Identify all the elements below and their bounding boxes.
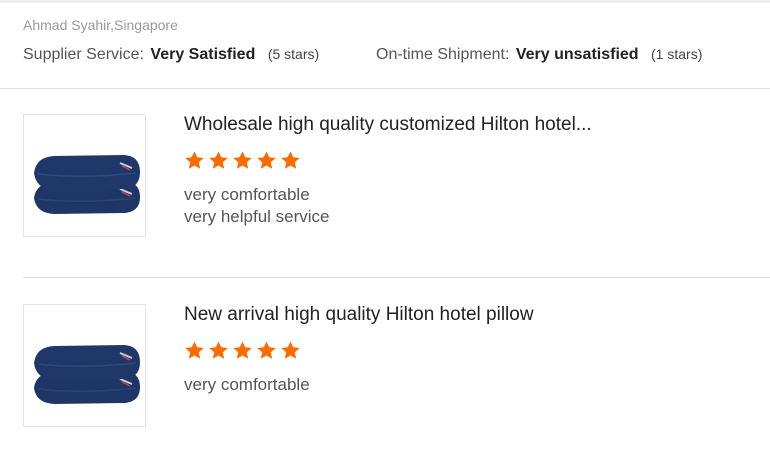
divider — [23, 277, 770, 278]
rating-label: On-time Shipment: — [376, 46, 510, 63]
star-rating — [184, 150, 304, 174]
top-border — [0, 0, 770, 3]
product-thumbnail[interactable] — [23, 304, 146, 427]
review-comment: very comfortable — [184, 185, 310, 204]
pillow-top — [34, 155, 140, 190]
supplier-service-rating: Supplier Service: Very Satisfied (5 star… — [23, 46, 319, 64]
rating-value: Very unsatisfied — [515, 46, 639, 63]
review-comment: very helpful service — [184, 207, 330, 226]
star-icon — [185, 151, 204, 169]
star-icon — [257, 151, 276, 169]
product-review-item: New arrival high quality Hilton hotel pi… — [23, 304, 763, 430]
star-icon — [257, 341, 276, 359]
product-title[interactable]: New arrival high quality Hilton hotel pi… — [184, 304, 534, 326]
star-icon — [209, 341, 228, 359]
review-comments: very comfortable — [184, 374, 310, 396]
rating-label: Supplier Service: — [23, 46, 144, 63]
star-icon — [233, 151, 252, 169]
product-title[interactable]: Wholesale high quality customized Hilton… — [184, 114, 592, 136]
product-thumbnail[interactable] — [23, 114, 146, 237]
product-review-item: Wholesale high quality customized Hilton… — [23, 114, 763, 240]
star-icon — [281, 341, 300, 359]
rating-stars-count: (1 stars) — [651, 46, 703, 62]
divider — [0, 88, 770, 89]
star-icon — [281, 151, 300, 169]
rating-stars-count: (5 stars) — [267, 46, 320, 62]
on-time-shipment-rating: On-time Shipment: Very unsatisfied (1 st… — [376, 46, 702, 64]
star-icon — [233, 341, 252, 359]
star-rating — [184, 340, 304, 364]
star-icon — [185, 341, 204, 359]
review-comments: very comfortable very helpful service — [184, 184, 330, 228]
reviewer-name: Ahmad Syahir,Singapore — [23, 17, 178, 33]
star-icon — [209, 151, 228, 169]
review-comment: very comfortable — [184, 375, 310, 394]
rating-value: Very Satisfied — [150, 46, 256, 63]
pillow-image — [34, 345, 140, 404]
pillow-image — [34, 155, 140, 214]
pillow-top — [34, 345, 140, 380]
